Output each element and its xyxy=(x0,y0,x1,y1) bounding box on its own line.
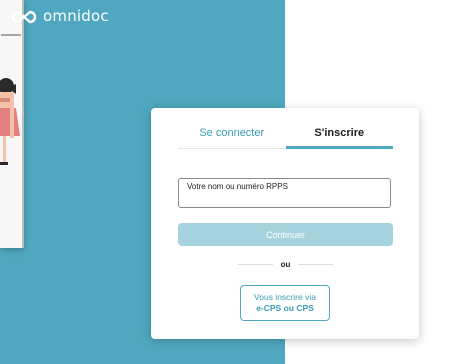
infinity-logo-icon xyxy=(11,10,37,23)
cps-button-line1: Vous inscrire via xyxy=(254,291,316,302)
logo[interactable]: omnidoc xyxy=(11,9,109,24)
signup-card: Se connecter S'inscrire Votre nom ou num… xyxy=(151,108,419,339)
tab-login[interactable]: Se connecter xyxy=(178,118,286,148)
divider-line-left xyxy=(238,264,273,265)
page: omnidoc Se connecter S'inscrire Votre no… xyxy=(0,0,468,364)
person-illustration-icon xyxy=(0,78,20,165)
illustration-caption xyxy=(1,34,21,36)
continue-button[interactable]: Continuer xyxy=(178,223,393,246)
tab-signup[interactable]: S'inscrire xyxy=(285,118,394,149)
cps-button-line2: e-CPS ou CPS xyxy=(256,303,314,313)
auth-tabs: Se connecter S'inscrire xyxy=(178,118,393,149)
divider-label: ou xyxy=(280,260,291,269)
or-divider: ou xyxy=(238,260,333,269)
brand-name: omnidoc xyxy=(43,7,109,25)
divider-line-right xyxy=(298,264,333,265)
cps-signup-button[interactable]: Vous inscrire via e-CPS ou CPS xyxy=(240,285,330,321)
card-edge xyxy=(22,0,24,248)
name-or-rpps-input[interactable]: Votre nom ou numéro RPPS xyxy=(178,178,391,208)
illustration-card xyxy=(0,0,24,248)
